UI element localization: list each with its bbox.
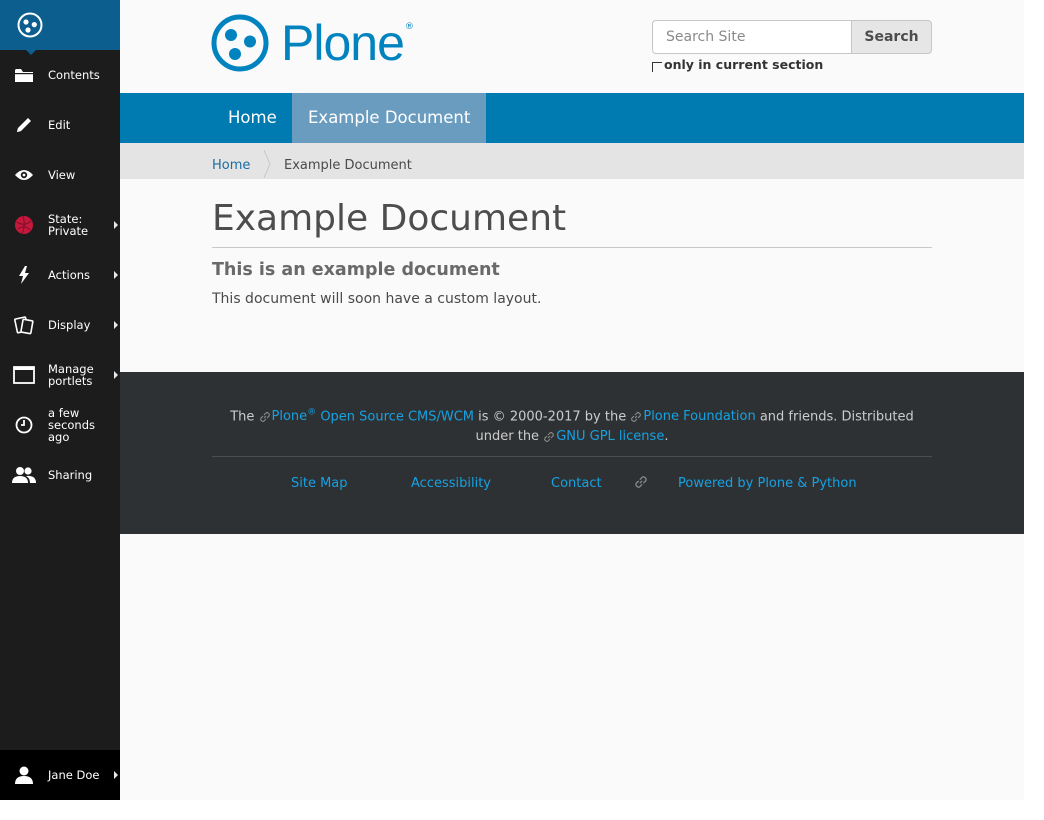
link-icon bbox=[544, 431, 555, 442]
link-icon bbox=[635, 476, 647, 488]
breadcrumb-separator-icon bbox=[263, 150, 271, 178]
breadcrumb-home-link[interactable]: Home bbox=[212, 158, 250, 173]
plone-reg: ® bbox=[307, 408, 317, 418]
accessibility-link[interactable]: Accessibility bbox=[411, 476, 491, 491]
site-header: Plone® Search only in current section bbox=[120, 0, 1024, 93]
main-area: Plone® Search only in current section Ho… bbox=[120, 0, 1024, 800]
current-section-checkbox[interactable]: only in current section bbox=[652, 57, 823, 72]
toolbar-sharing-label: Sharing bbox=[48, 468, 93, 482]
chevron-right-icon bbox=[114, 221, 118, 229]
site-map-link[interactable]: Site Map bbox=[291, 476, 348, 491]
user-icon bbox=[0, 766, 48, 784]
nav-tab-home-label: Home bbox=[228, 108, 277, 127]
breadcrumb: Home Example Document bbox=[120, 143, 1024, 179]
pencil-icon bbox=[0, 100, 48, 150]
license-link[interactable]: GNU GPL license bbox=[543, 429, 664, 444]
toolbar-logo-button[interactable] bbox=[0, 0, 120, 55]
page-body: This document will soon have a custom la… bbox=[212, 291, 542, 307]
chevron-right-icon bbox=[114, 771, 118, 779]
chevron-right-icon bbox=[114, 321, 118, 329]
toolbar-history[interactable]: a few seconds ago bbox=[0, 400, 120, 450]
toolbar-history-label: a few seconds ago bbox=[48, 406, 96, 444]
toolbar-edit[interactable]: Edit bbox=[0, 100, 120, 150]
clock-icon bbox=[0, 400, 48, 450]
toolbar-contents-label: Contents bbox=[48, 68, 100, 82]
toolbar-user-label: Jane Doe bbox=[48, 768, 100, 782]
eye-icon bbox=[0, 150, 48, 200]
license-link-text: GNU GPL license bbox=[556, 429, 665, 445]
link-icon bbox=[259, 411, 270, 422]
bolt-icon bbox=[0, 250, 48, 300]
toolbar-display[interactable]: Display bbox=[0, 300, 120, 350]
toolbar-manage-portlets[interactable]: Manage portlets bbox=[0, 350, 120, 400]
foundation-link-text: Plone Foundation bbox=[643, 409, 756, 425]
checkbox-box[interactable] bbox=[652, 61, 662, 72]
global-nav: Home Example Document bbox=[120, 93, 1024, 143]
nav-tab-home[interactable]: Home bbox=[212, 93, 293, 143]
oss-link[interactable]: Open Source CMS/WCM bbox=[316, 409, 474, 424]
breadcrumb-current: Example Document bbox=[284, 158, 412, 173]
page-title: Example Document bbox=[212, 196, 932, 248]
toolbar-state-label: State: Private bbox=[48, 212, 89, 238]
folder-icon bbox=[0, 50, 48, 100]
plone-link[interactable]: Plone® bbox=[259, 408, 317, 425]
display-icon bbox=[0, 300, 48, 350]
link-icon bbox=[631, 411, 642, 422]
toolbar-actions[interactable]: Actions bbox=[0, 250, 120, 300]
plone-logo-icon bbox=[211, 14, 269, 72]
plone-link-text: Plone bbox=[271, 409, 308, 425]
toolbar-manage-portlets-label: Manage portlets bbox=[48, 362, 94, 388]
edit-toolbar: Contents Edit View State: Private Action… bbox=[0, 0, 120, 800]
contact-link[interactable]: Contact bbox=[551, 476, 602, 491]
footer-divider bbox=[212, 456, 932, 457]
powered-by-link[interactable]: Powered by Plone & Python bbox=[678, 476, 857, 491]
colophon-text-1: The bbox=[230, 409, 259, 425]
chevron-right-icon bbox=[114, 271, 118, 279]
colophon-text-4: . bbox=[664, 429, 669, 445]
page-description: This is an example document bbox=[212, 260, 500, 280]
site-footer: The Plone® Open Source CMS/WCM is © 2000… bbox=[120, 372, 1024, 534]
toolbar-sharing[interactable]: Sharing bbox=[0, 450, 120, 500]
toolbar-contents[interactable]: Contents bbox=[0, 50, 120, 100]
nav-tab-example-document-label: Example Document bbox=[308, 108, 471, 127]
foundation-link[interactable]: Plone Foundation bbox=[630, 409, 756, 425]
toolbar-view[interactable]: View bbox=[0, 150, 120, 200]
current-section-label: only in current section bbox=[664, 57, 824, 72]
toolbar-display-label: Display bbox=[48, 318, 91, 332]
site-logo-reg: ® bbox=[404, 22, 414, 32]
plone-logo-icon bbox=[17, 12, 43, 38]
toolbar-user[interactable]: Jane Doe bbox=[0, 750, 120, 800]
search-button[interactable]: Search bbox=[851, 20, 932, 54]
colophon-text-2: is © 2000-2017 by the bbox=[474, 409, 631, 425]
users-icon bbox=[0, 450, 48, 500]
search-input[interactable] bbox=[652, 20, 851, 54]
state-icon bbox=[0, 200, 48, 250]
toolbar-actions-label: Actions bbox=[48, 268, 91, 282]
site-logo[interactable]: Plone ® bbox=[211, 14, 414, 72]
portlets-icon bbox=[0, 350, 48, 400]
colophon: The Plone® Open Source CMS/WCM is © 2000… bbox=[212, 403, 932, 447]
nav-tab-example-document[interactable]: Example Document bbox=[292, 93, 487, 143]
chevron-right-icon bbox=[114, 371, 118, 379]
site-logo-text: Plone bbox=[281, 15, 405, 71]
toolbar-state[interactable]: State: Private bbox=[0, 200, 120, 250]
toolbar-view-label: View bbox=[48, 168, 76, 182]
toolbar-edit-label: Edit bbox=[48, 118, 71, 132]
content-area: Example Document This is an example docu… bbox=[212, 196, 932, 307]
